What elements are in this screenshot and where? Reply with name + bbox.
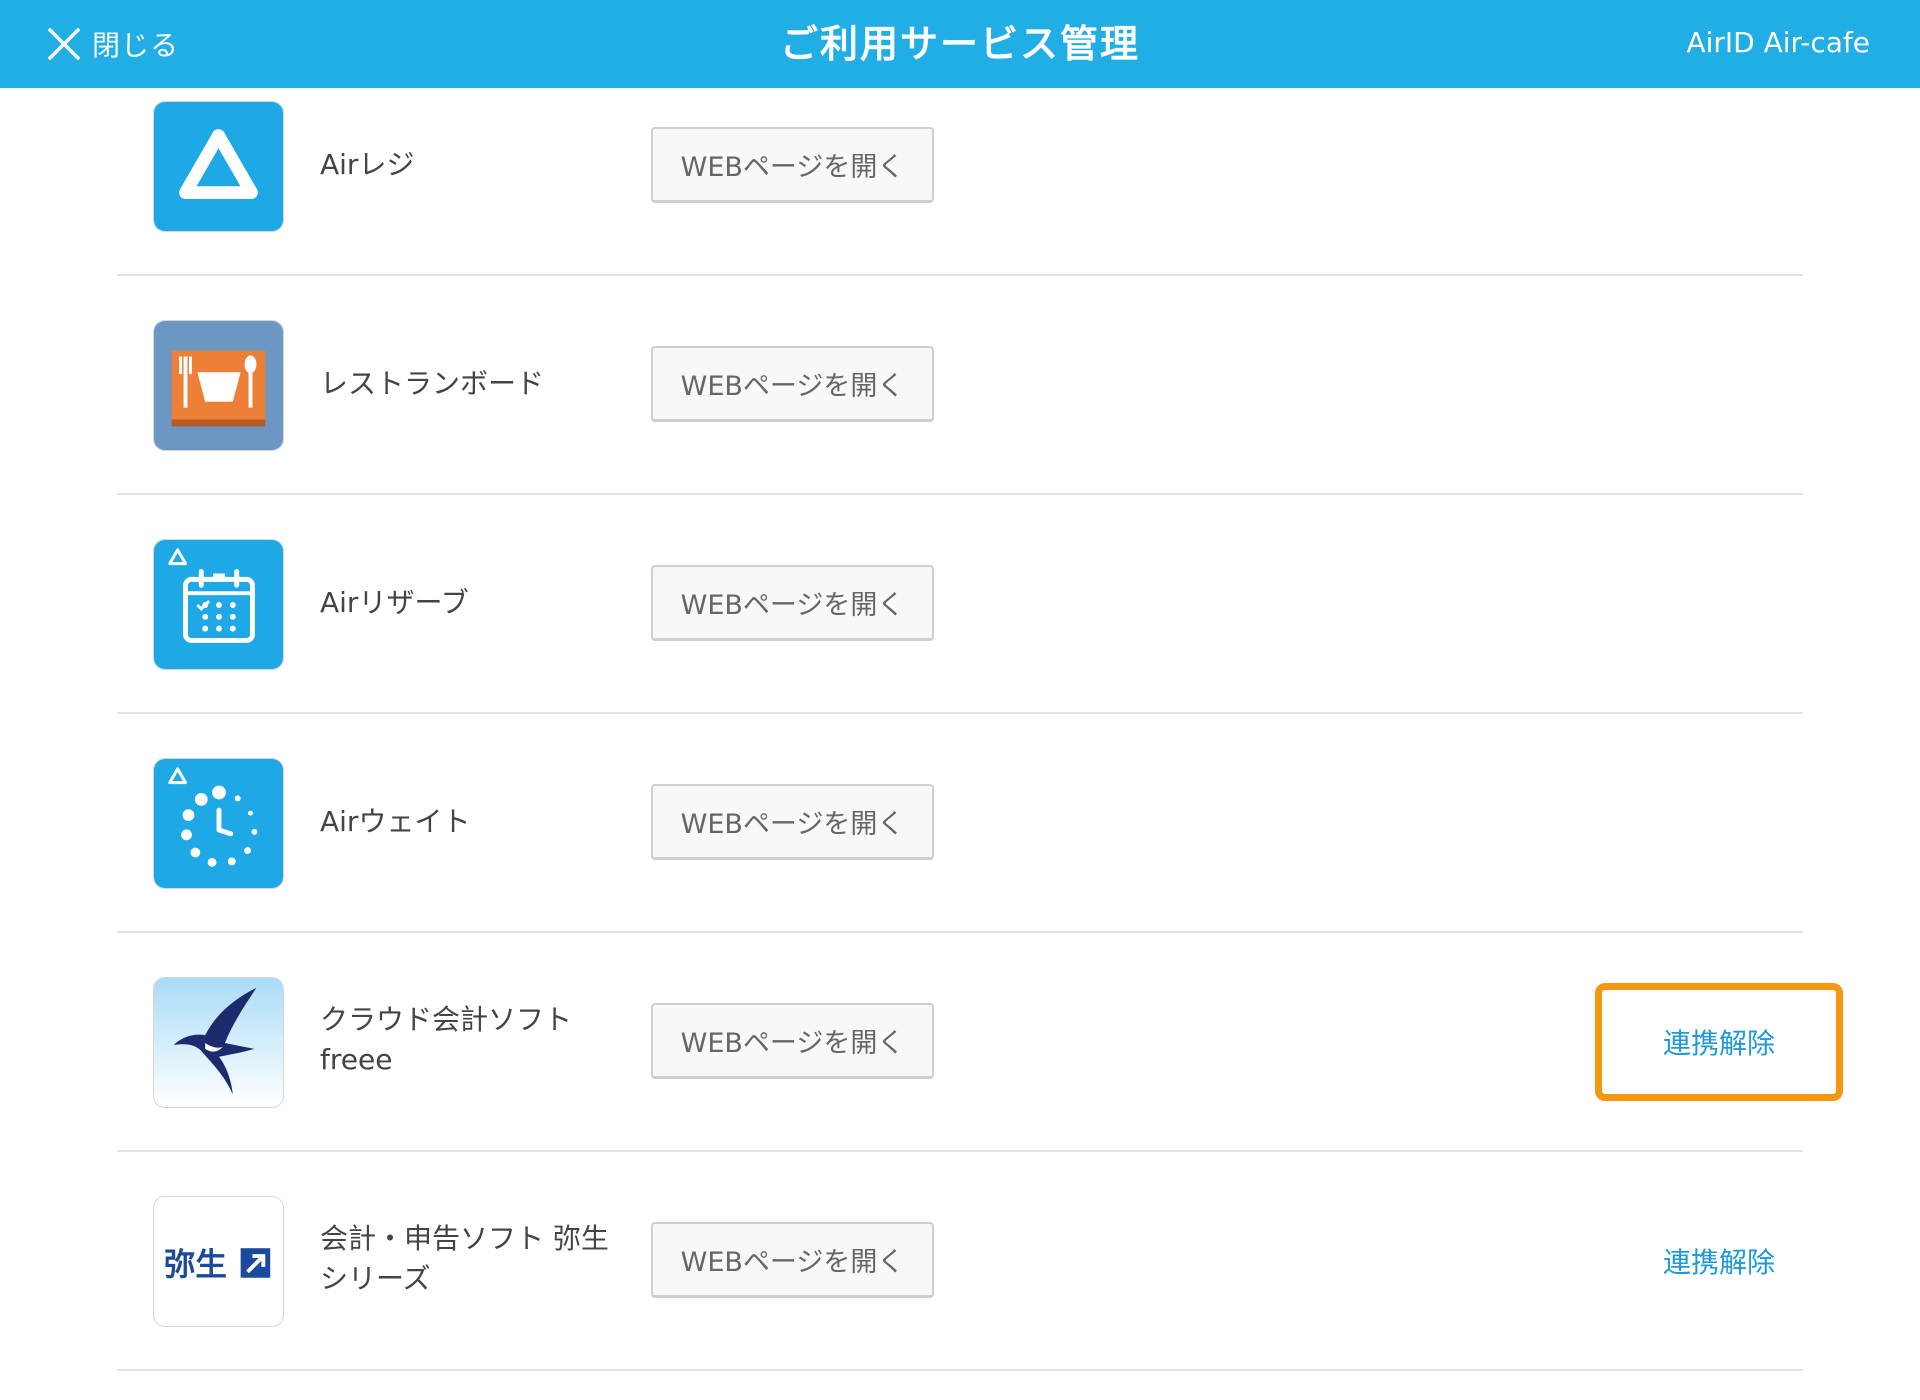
air-wait-icon[interactable] — [153, 758, 284, 889]
yayoi-logo-text: 弥生 — [164, 1247, 227, 1283]
service-row-yayoi: 弥生 会計・申告ソフト 弥生 シリーズ WEBページを開く 連携解除 — [0, 1183, 1920, 1400]
row-divider — [117, 493, 1803, 495]
row-divider — [117, 274, 1803, 276]
air-reserve-icon[interactable] — [153, 539, 284, 670]
row-divider — [117, 1150, 1803, 1152]
air-regi-icon[interactable] — [153, 101, 284, 232]
restaurant-board-icon[interactable] — [153, 320, 284, 451]
service-name: レストランボード — [320, 367, 545, 400]
service-name-line1: クラウド会計ソフト — [320, 1003, 573, 1036]
row-divider — [117, 1369, 1803, 1371]
service-name: Airウェイト — [320, 805, 471, 838]
header-bar: 閉じる ご利用サービス管理 AirID Air-cafe — [0, 0, 1920, 88]
account-label: AirID Air-cafe — [1686, 26, 1870, 59]
open-web-button[interactable]: WEBページを開く — [651, 1003, 934, 1079]
row-divider — [117, 931, 1803, 933]
open-web-button[interactable]: WEBページを開く — [651, 1222, 934, 1298]
service-name: 会計・申告ソフト 弥生 シリーズ — [320, 1219, 620, 1299]
service-name: Airレジ — [320, 148, 415, 181]
open-web-button[interactable]: WEBページを開く — [651, 346, 934, 422]
service-name: クラウド会計ソフト freee — [320, 1000, 620, 1080]
open-web-button[interactable]: WEBページを開く — [651, 127, 934, 203]
unlink-button[interactable]: 連携解除 — [1595, 1202, 1843, 1320]
service-name-line2: シリーズ — [320, 1262, 431, 1295]
page-title: ご利用サービス管理 — [779, 22, 1140, 66]
open-web-button[interactable]: WEBページを開く — [651, 565, 934, 641]
open-web-button[interactable]: WEBページを開く — [651, 784, 934, 860]
service-name: Airリザーブ — [320, 586, 469, 619]
unlink-button[interactable]: 連携解除 — [1595, 983, 1843, 1101]
service-name-line2: freee — [320, 1043, 393, 1076]
service-name-line1: 会計・申告ソフト 弥生 — [320, 1222, 609, 1255]
row-divider — [117, 712, 1803, 714]
freee-swallow-icon[interactable] — [153, 977, 284, 1108]
yayoi-logo-icon[interactable]: 弥生 — [153, 1196, 284, 1327]
